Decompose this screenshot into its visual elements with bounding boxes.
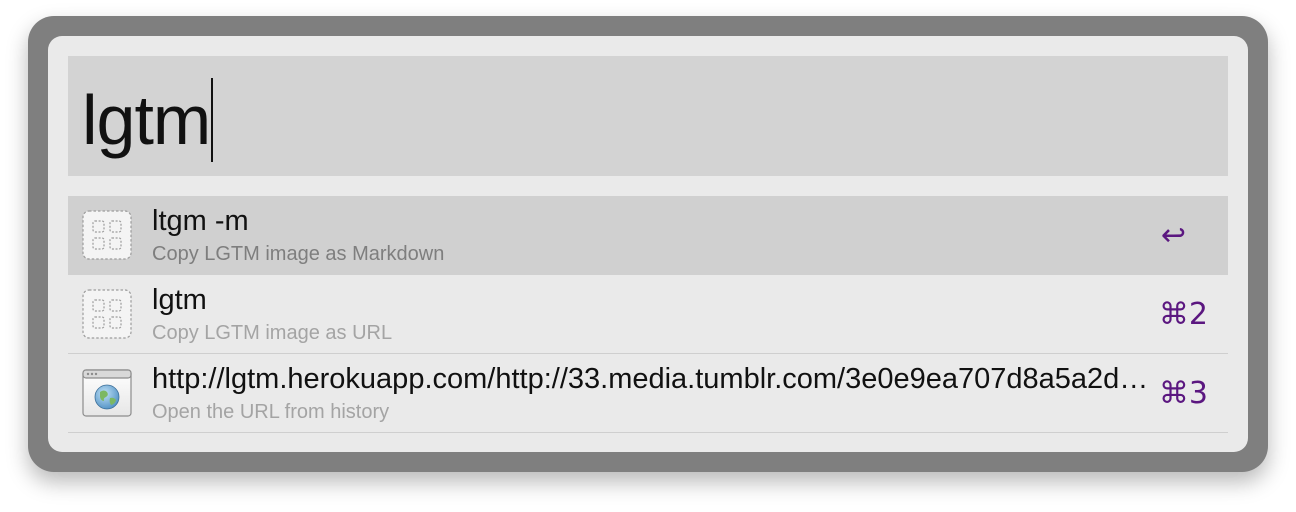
launcher-panel: lgtm ltgm -m Copy LGTM image as Markdown… (48, 36, 1248, 452)
search-query-text: lgtm (82, 81, 211, 159)
search-bar[interactable]: lgtm (68, 56, 1228, 176)
result-shortcut: ⌘3 (1158, 376, 1208, 411)
result-item-ltgm-markdown[interactable]: ltgm -m Copy LGTM image as Markdown ↩ (68, 196, 1228, 275)
result-subtitle: Open the URL from history (152, 401, 390, 423)
text-caret (211, 78, 214, 162)
result-title: lgtm (152, 284, 207, 316)
result-subtitle: Copy LGTM image as Markdown (152, 243, 445, 265)
launcher-window-frame: lgtm ltgm -m Copy LGTM image as Markdown… (28, 16, 1268, 472)
result-shortcut: ⌘2 (1158, 297, 1208, 332)
workflow-placeholder-icon (82, 289, 132, 339)
result-subtitle: Copy LGTM image as URL (152, 322, 393, 344)
result-title: http://lgtm.herokuapp.com/http://33.medi… (152, 363, 1154, 395)
return-key-icon: ↩ (1160, 218, 1186, 253)
results-list: ltgm -m Copy LGTM image as Markdown ↩ lg… (68, 196, 1228, 433)
browser-globe-icon (82, 369, 132, 417)
result-title: ltgm -m (152, 205, 249, 237)
result-item-history-url[interactable]: http://lgtm.herokuapp.com/http://33.medi… (68, 354, 1228, 433)
workflow-placeholder-icon (82, 210, 132, 260)
search-input[interactable]: lgtm (82, 78, 214, 162)
result-item-lgtm-url[interactable]: lgtm Copy LGTM image as URL ⌘2 (68, 275, 1228, 354)
